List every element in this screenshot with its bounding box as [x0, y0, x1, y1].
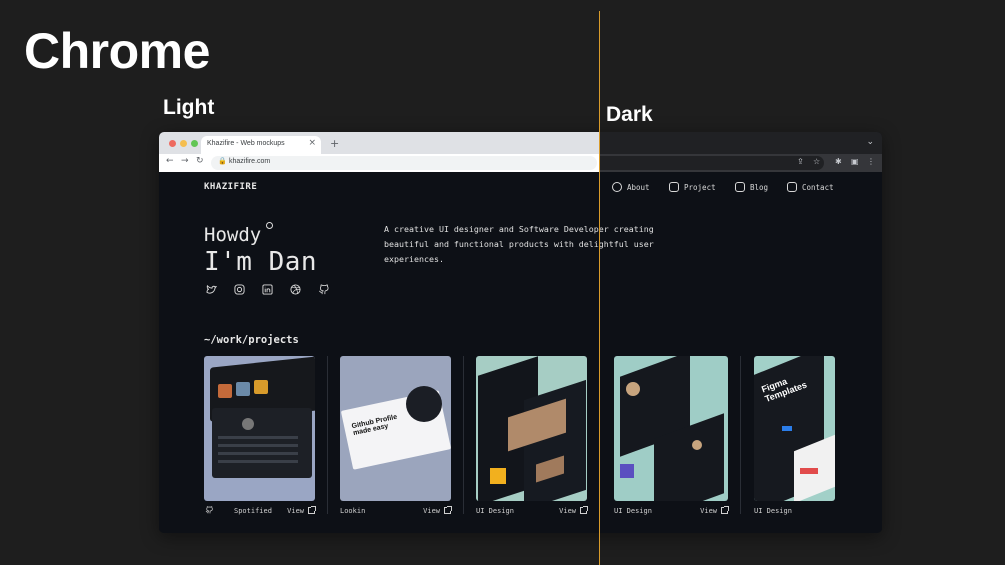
greeting: Howdy — [204, 224, 262, 246]
back-icon[interactable]: ← — [166, 156, 174, 166]
nav-about[interactable]: About — [612, 182, 650, 192]
project-thumbnail[interactable] — [204, 356, 315, 501]
dark-label: Dark — [606, 103, 653, 126]
bio-text: A creative UI designer and Software Deve… — [384, 224, 654, 264]
browser-tab[interactable]: Khazifire - Web mockups × — [201, 136, 321, 154]
project-thumbnail[interactable] — [476, 356, 587, 501]
star-icon[interactable]: ☆ — [813, 157, 820, 166]
external-link-icon — [580, 506, 588, 514]
nav-about-label: About — [627, 182, 650, 192]
sidebar-icon[interactable]: ▣ — [851, 157, 859, 166]
nav-project[interactable]: Project — [669, 182, 716, 192]
close-tab-icon[interactable]: × — [308, 138, 316, 148]
nav-blog-label: Blog — [750, 182, 769, 192]
close-window-button[interactable] — [169, 140, 176, 147]
mail-icon — [787, 182, 797, 192]
project-thumbnail[interactable]: Figma Templates — [754, 356, 835, 501]
tab-title: Khazifire - Web mockups — [207, 140, 285, 147]
project-category: Lookin — [340, 507, 366, 515]
section-title: ~/work/projects — [204, 334, 299, 346]
project-card[interactable]: UI Design View — [614, 356, 729, 515]
toolbar-dark: ⇪ ☆ ✱ ▣ ⋮ — [599, 154, 882, 172]
card-divider — [327, 356, 328, 514]
project-category: UI Design — [754, 507, 792, 515]
briefcase-icon — [669, 182, 679, 192]
minimize-window-button[interactable] — [180, 140, 187, 147]
light-label: Light — [163, 96, 215, 119]
smile-icon — [266, 222, 273, 229]
card-divider — [740, 356, 741, 514]
lock-icon: 🔒 — [218, 157, 227, 165]
linkedin-icon[interactable] — [262, 284, 273, 295]
light-dark-divider — [599, 11, 600, 565]
project-thumbnail[interactable] — [614, 356, 728, 501]
extensions-icon[interactable]: ✱ — [835, 157, 842, 166]
nav-contact[interactable]: Contact — [787, 182, 834, 192]
reload-icon[interactable]: ↻ — [196, 156, 204, 166]
view-link[interactable]: View — [423, 506, 452, 515]
view-link[interactable]: View — [287, 506, 316, 515]
project-category: UI Design — [476, 507, 514, 515]
website: KHAZIFIRE About Project Blog Contact How… — [159, 172, 882, 533]
tab-strip-dark: ⌄ ⇪ ☆ ✱ ▣ ⋮ — [599, 132, 882, 172]
smile-icon — [612, 182, 622, 192]
view-label: View — [559, 507, 576, 515]
dribbble-icon[interactable] — [290, 284, 301, 295]
new-tab-button[interactable]: + — [330, 137, 339, 150]
chevron-down-icon[interactable]: ⌄ — [866, 137, 874, 147]
toolbar-light: ← → ↻ 🔒 khazifire.com — [159, 154, 599, 172]
view-link[interactable]: View — [700, 506, 729, 515]
address-bar[interactable]: 🔒 khazifire.com — [211, 156, 597, 170]
view-link[interactable]: View — [559, 506, 588, 515]
nav-blog[interactable]: Blog — [735, 182, 768, 192]
address-bar-dark[interactable] — [599, 156, 824, 170]
project-category: Spotified — [234, 507, 272, 515]
view-label: View — [700, 507, 717, 515]
nav-project-label: Project — [684, 182, 716, 192]
hero-name: I'm Dan — [204, 247, 318, 277]
external-link-icon — [308, 506, 316, 514]
book-icon — [735, 182, 745, 192]
instagram-icon[interactable] — [234, 284, 245, 295]
view-label: View — [287, 507, 304, 515]
project-category: UI Design — [614, 507, 652, 515]
github-icon[interactable] — [318, 284, 329, 295]
tab-strip-light: Khazifire - Web mockups × + ← → ↻ 🔒 khaz… — [159, 132, 599, 172]
forward-icon[interactable]: → — [181, 156, 189, 166]
nav-contact-label: Contact — [802, 182, 834, 192]
github-icon[interactable] — [205, 506, 213, 514]
url-text: khazifire.com — [229, 158, 271, 165]
browser-window: Khazifire - Web mockups × + ← → ↻ 🔒 khaz… — [159, 132, 882, 533]
card-divider — [463, 356, 464, 514]
social-links — [206, 284, 329, 295]
share-icon[interactable]: ⇪ — [797, 157, 804, 166]
project-thumbnail[interactable]: Github Profile made easy — [340, 356, 451, 501]
menu-icon[interactable]: ⋮ — [867, 157, 875, 166]
twitter-icon[interactable] — [206, 284, 217, 295]
site-logo[interactable]: KHAZIFIRE — [204, 182, 257, 192]
maximize-window-button[interactable] — [191, 140, 198, 147]
view-label: View — [423, 507, 440, 515]
project-card[interactable]: UI Design View — [476, 356, 588, 515]
page-title: Chrome — [24, 23, 210, 79]
project-card[interactable]: Spotified View — [204, 356, 316, 515]
project-card[interactable]: Figma Templates UI Design — [754, 356, 835, 515]
external-link-icon — [721, 506, 729, 514]
external-link-icon — [444, 506, 452, 514]
project-card[interactable]: Github Profile made easy Lookin View — [340, 356, 452, 515]
